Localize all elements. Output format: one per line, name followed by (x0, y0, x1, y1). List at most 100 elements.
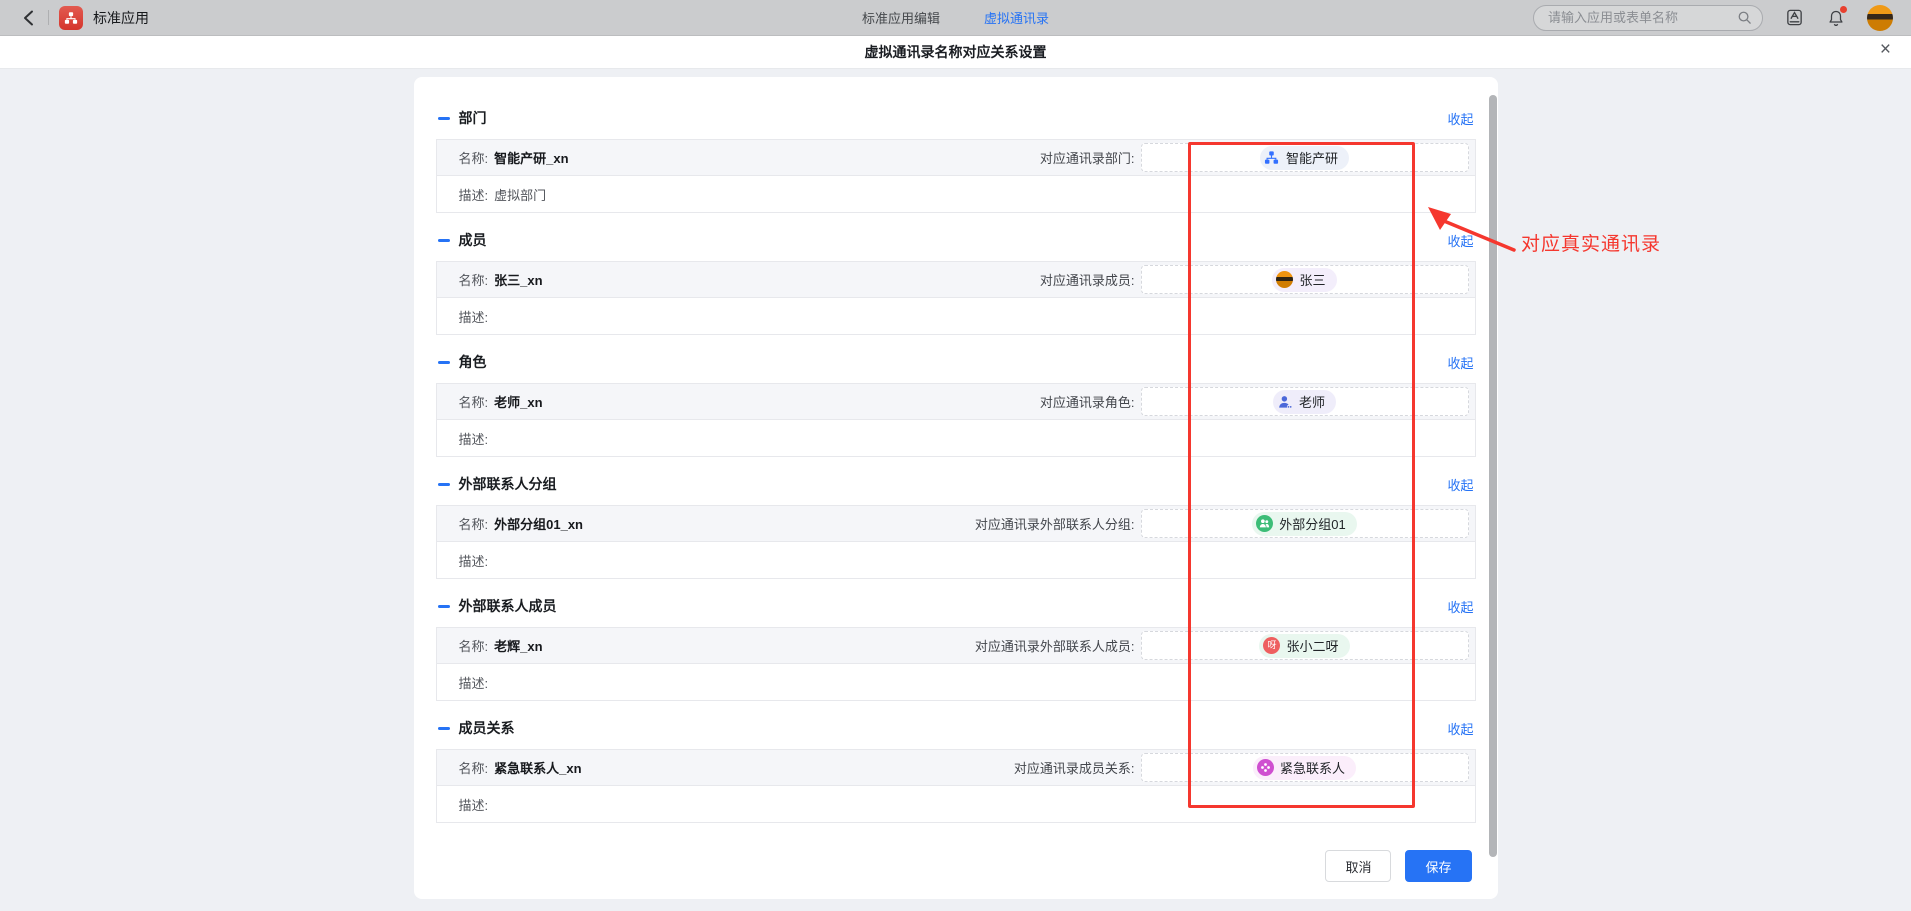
global-search[interactable] (1533, 5, 1763, 31)
dialog-titlebar: 虚拟通讯录名称对应关系设置 × (0, 36, 1911, 69)
app-logo-icon (59, 6, 83, 30)
collapse-dash-icon (438, 117, 450, 120)
name-label: 名称: (459, 758, 489, 777)
desc-row: 描述: (436, 420, 1476, 457)
name-value: 智能产研_xn (494, 148, 568, 167)
chip-icon (1276, 271, 1293, 288)
chip-label: 张三 (1299, 270, 1325, 289)
collapse-link[interactable]: 收起 (1447, 719, 1473, 738)
chip-icon: 呀 (1263, 637, 1280, 654)
dialog-footer: 取消 保存 (436, 837, 1476, 899)
desc-label: 描述: (459, 673, 489, 692)
annotation-text: 对应真实通讯录 (1521, 229, 1661, 256)
section-title: 部门 (459, 108, 487, 128)
cancel-button[interactable]: 取消 (1325, 850, 1391, 882)
contact-chip[interactable]: 呀 张小二呀 (1259, 634, 1349, 658)
contact-chip[interactable]: 紧急联系人 (1253, 756, 1356, 780)
mapping-section: 外部联系人分组 收起 名称: 外部分组01_xn 对应通讯录外部联系人分组: 外… (436, 474, 1476, 579)
desc-label: 描述: (459, 185, 489, 204)
collapse-link[interactable]: 收起 (1447, 109, 1473, 128)
name-value: 紧急联系人_xn (494, 758, 581, 777)
section-title: 成员 (459, 230, 487, 250)
section-title: 外部联系人成员 (459, 596, 557, 616)
chip-icon (1264, 150, 1280, 166)
mapping-section: 成员关系 收起 名称: 紧急联系人_xn 对应通讯录成员关系: 紧急联系人 描述… (436, 718, 1476, 823)
address-book-icon[interactable] (1783, 7, 1805, 29)
section-title: 外部联系人分组 (459, 474, 557, 494)
name-row: 名称: 外部分组01_xn 对应通讯录外部联系人分组: 外部分组01 (436, 505, 1476, 542)
desc-label: 描述: (459, 795, 489, 814)
desc-row: 描述: 虚拟部门 (436, 176, 1476, 213)
desc-row: 描述: (436, 542, 1476, 579)
collapse-link[interactable]: 收起 (1447, 475, 1473, 494)
close-icon[interactable]: × (1880, 40, 1891, 59)
mapping-select-box[interactable]: 智能产研 (1141, 143, 1469, 172)
notification-badge (1840, 6, 1847, 13)
app-window: 标准应用 标准应用编辑 虚拟通讯录 虚拟通讯录名称对应关系设置 × (0, 0, 1911, 911)
mapping-select-box[interactable]: 张三 (1141, 265, 1469, 294)
collapse-link[interactable]: 收起 (1447, 597, 1473, 616)
mapping-select-box[interactable]: 老师 (1141, 387, 1469, 416)
tab-app-edit[interactable]: 标准应用编辑 (862, 8, 940, 27)
contact-chip[interactable]: 智能产研 (1260, 146, 1349, 170)
section-header: 外部联系人成员 收起 (438, 596, 1474, 616)
mapping-section: 成员 收起 名称: 张三_xn 对应通讯录成员: 张三 描述: (436, 230, 1476, 335)
back-icon[interactable] (18, 8, 38, 28)
desc-label: 描述: (459, 429, 489, 448)
name-value: 老师_xn (494, 392, 542, 411)
mapping-select-box[interactable]: 呀 张小二呀 (1141, 631, 1469, 660)
chip-label: 张小二呀 (1286, 636, 1338, 655)
desc-label: 描述: (459, 307, 489, 326)
mapping-group: 对应通讯录角色: 老师 (1040, 387, 1469, 416)
chip-label: 紧急联系人 (1280, 758, 1345, 777)
search-icon (1737, 10, 1752, 25)
name-label: 名称: (459, 514, 489, 533)
desc-value: 虚拟部门 (494, 185, 546, 204)
sections-list: 部门 收起 名称: 智能产研_xn 对应通讯录部门: 智能产研 描述: 虚拟部门 (436, 91, 1476, 823)
collapse-dash-icon (438, 605, 450, 608)
mapping-section: 部门 收起 名称: 智能产研_xn 对应通讯录部门: 智能产研 描述: 虚拟部门 (436, 108, 1476, 213)
name-row: 名称: 老师_xn 对应通讯录角色: 老师 (436, 383, 1476, 420)
name-label: 名称: (459, 392, 489, 411)
scrollbar-thumb[interactable] (1489, 95, 1497, 857)
name-row: 名称: 老辉_xn 对应通讯录外部联系人成员: 呀 张小二呀 (436, 627, 1476, 664)
name-value: 老辉_xn (494, 636, 542, 655)
name-row: 名称: 张三_xn 对应通讯录成员: 张三 (436, 261, 1476, 298)
section-title: 角色 (459, 352, 487, 372)
notification-bell-icon[interactable] (1825, 7, 1847, 29)
name-label: 名称: (459, 148, 489, 167)
collapse-link[interactable]: 收起 (1447, 231, 1473, 250)
name-row: 名称: 紧急联系人_xn 对应通讯录成员关系: 紧急联系人 (436, 749, 1476, 786)
mapping-select-box[interactable]: 外部分组01 (1141, 509, 1469, 538)
name-row: 名称: 智能产研_xn 对应通讯录部门: 智能产研 (436, 139, 1476, 176)
mapping-select-box[interactable]: 紧急联系人 (1141, 753, 1469, 782)
contact-chip[interactable]: 外部分组01 (1252, 512, 1356, 536)
collapse-dash-icon (438, 727, 450, 730)
desc-row: 描述: (436, 298, 1476, 335)
mapping-group: 对应通讯录成员关系: 紧急联系人 (1014, 753, 1469, 782)
settings-card: 部门 收起 名称: 智能产研_xn 对应通讯录部门: 智能产研 描述: 虚拟部门 (414, 77, 1498, 899)
save-button[interactable]: 保存 (1405, 850, 1471, 882)
section-header: 部门 收起 (438, 108, 1474, 128)
contact-chip[interactable]: 老师 (1273, 390, 1336, 414)
mapping-group: 对应通讯录成员: 张三 (1040, 265, 1469, 294)
collapse-link[interactable]: 收起 (1447, 353, 1473, 372)
section-header: 成员关系 收起 (438, 718, 1474, 738)
top-bar: 标准应用 标准应用编辑 虚拟通讯录 (0, 0, 1911, 36)
desc-row: 描述: (436, 664, 1476, 701)
collapse-dash-icon (438, 483, 450, 486)
tab-virtual-contacts[interactable]: 虚拟通讯录 (984, 8, 1049, 27)
contact-chip[interactable]: 张三 (1272, 268, 1336, 292)
mapping-label: 对应通讯录外部联系人成员: (975, 636, 1135, 655)
name-value: 张三_xn (494, 270, 542, 289)
name-label: 名称: (459, 636, 489, 655)
mapping-section: 角色 收起 名称: 老师_xn 对应通讯录角色: 老师 描述: (436, 352, 1476, 457)
mapping-label: 对应通讯录成员: (1040, 270, 1135, 289)
user-avatar[interactable] (1867, 5, 1893, 31)
mapping-group: 对应通讯录外部联系人成员: 呀 张小二呀 (975, 631, 1469, 660)
divider (48, 10, 49, 25)
chip-icon (1256, 515, 1273, 532)
search-input[interactable] (1548, 10, 1737, 25)
chip-label: 智能产研 (1286, 148, 1338, 167)
section-header: 成员 收起 (438, 230, 1474, 250)
